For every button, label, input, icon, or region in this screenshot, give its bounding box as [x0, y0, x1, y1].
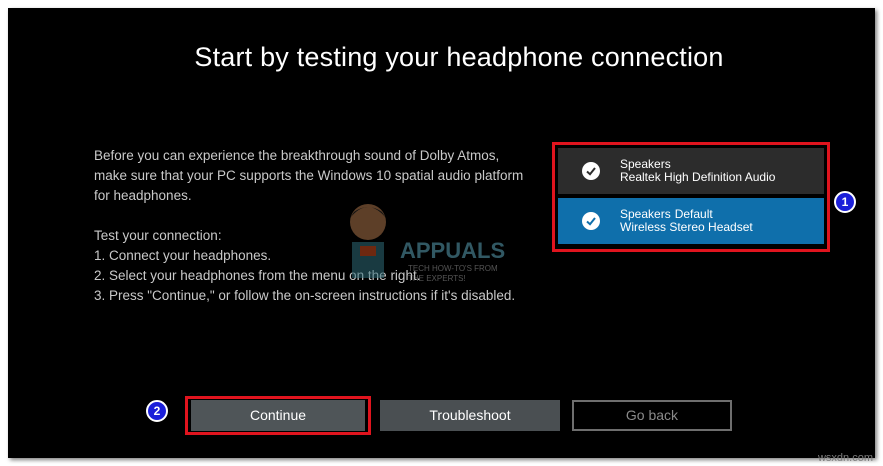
site-watermark: wsxdn.com [817, 452, 873, 464]
go-back-button[interactable]: Go back [572, 400, 732, 431]
device-detail: Realtek High Definition Audio [620, 170, 776, 184]
check-icon [582, 212, 600, 230]
annotation-badge-2: 2 [146, 400, 168, 422]
device-item-realtek[interactable]: Speakers Realtek High Definition Audio [558, 148, 824, 194]
dolby-access-window: Start by testing your headphone connecti… [8, 8, 875, 458]
page-title: Start by testing your headphone connecti… [194, 42, 724, 72]
device-list-highlight: Speakers Realtek High Definition Audio S… [552, 142, 830, 252]
troubleshoot-button[interactable]: Troubleshoot [380, 400, 560, 431]
device-item-wireless-headset[interactable]: Speakers Default Wireless Stereo Headset [558, 198, 824, 244]
watermark-tagline-2: THE EXPERTS! [408, 274, 466, 283]
appuals-watermark: APPUALS TECH HOW-TO'S FROM THE EXPERTS! [350, 204, 505, 283]
watermark-brand: APPUALS [400, 238, 505, 263]
default-tag: Default [674, 207, 713, 221]
check-icon [582, 162, 600, 180]
device-name: Speakers [620, 157, 671, 171]
annotation-badge-1: 1 [834, 191, 856, 213]
device-name: Speakers [620, 207, 671, 221]
watermark-tagline-1: TECH HOW-TO'S FROM [408, 264, 498, 273]
continue-button[interactable]: Continue [191, 400, 365, 431]
device-detail: Wireless Stereo Headset [620, 220, 753, 234]
